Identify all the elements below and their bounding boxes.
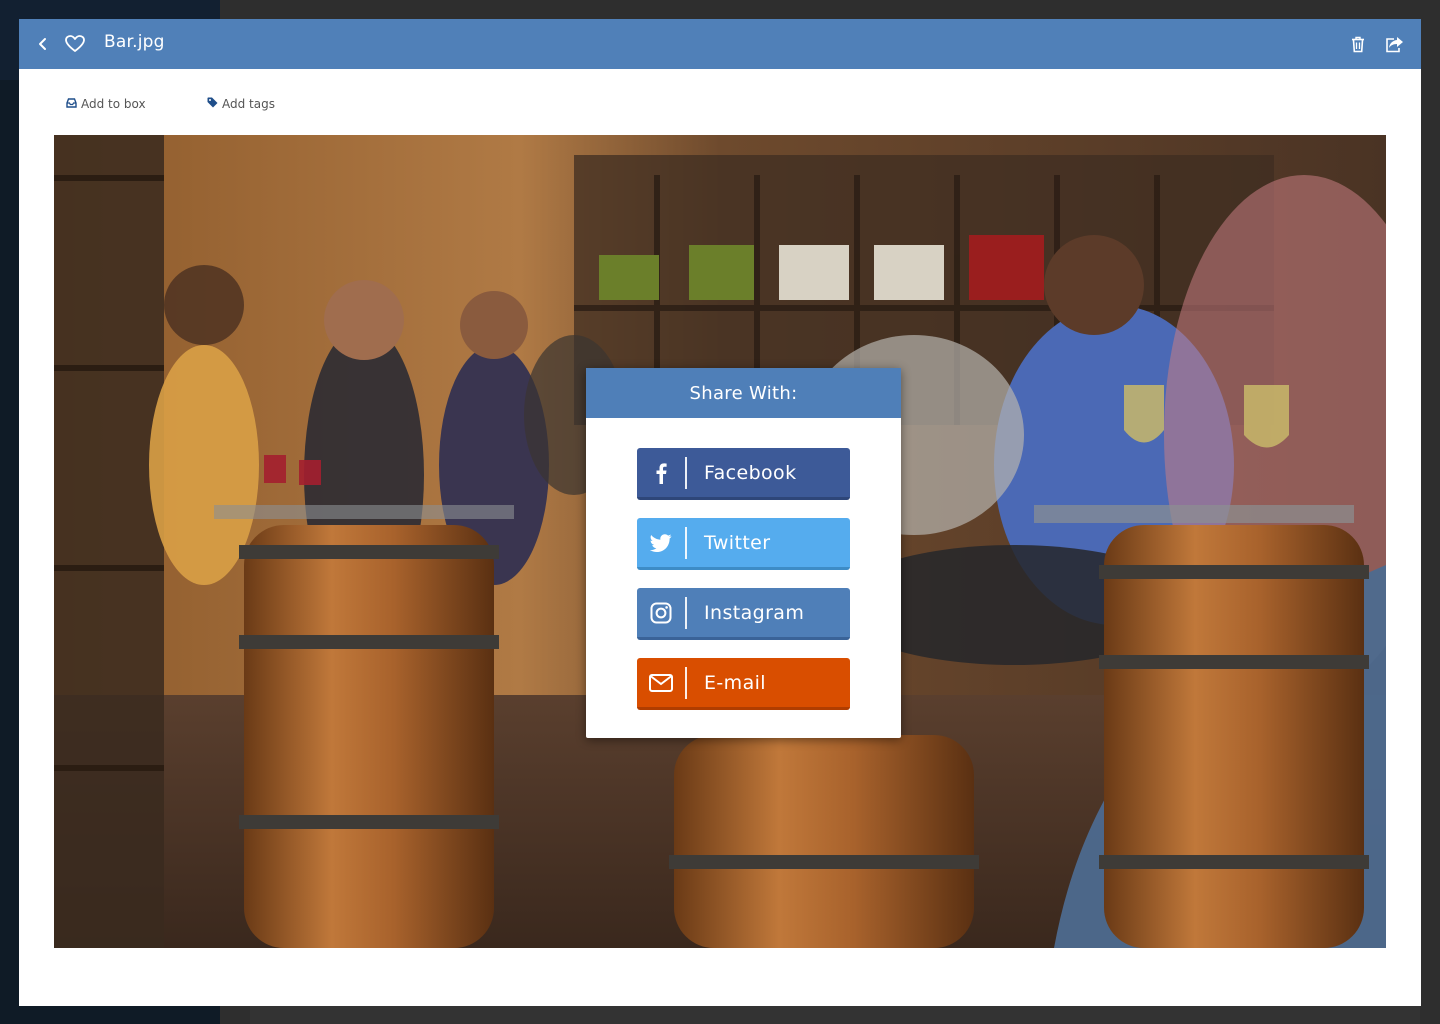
facebook-icon <box>637 448 685 497</box>
share-dialog-heading: Share With: <box>586 368 901 418</box>
add-to-box-label: Add to box <box>81 97 146 111</box>
heart-icon[interactable] <box>65 33 85 55</box>
add-tags-label: Add tags <box>222 97 275 111</box>
add-tags-button[interactable]: Add tags <box>207 97 275 111</box>
inbox-icon <box>66 97 77 111</box>
viewer-toolbar: Bar.jpg <box>19 19 1421 69</box>
chevron-left-icon[interactable] <box>35 32 51 56</box>
add-to-box-button[interactable]: Add to box <box>66 97 146 111</box>
tag-icon <box>207 97 218 111</box>
twitter-icon <box>637 518 685 567</box>
instagram-icon <box>637 588 685 637</box>
share-facebook-button[interactable]: Facebook <box>637 448 850 500</box>
share-twitter-label: Twitter <box>704 531 771 554</box>
share-facebook-label: Facebook <box>704 461 797 484</box>
separator <box>685 596 687 629</box>
trash-icon[interactable] <box>1349 33 1367 55</box>
share-icon[interactable] <box>1383 32 1405 56</box>
share-instagram-button[interactable]: Instagram <box>637 588 850 640</box>
share-dialog: Share With: Facebook Twitter Instagram E… <box>586 368 901 738</box>
envelope-icon <box>637 658 685 707</box>
background-panel <box>250 1006 1420 1024</box>
image-actions-bar: Add to box Add tags <box>19 97 1421 115</box>
share-email-button[interactable]: E-mail <box>637 658 850 710</box>
separator <box>685 526 687 559</box>
share-twitter-button[interactable]: Twitter <box>637 518 850 570</box>
share-email-label: E-mail <box>704 671 766 694</box>
separator <box>685 666 687 699</box>
separator <box>685 456 687 489</box>
share-instagram-label: Instagram <box>704 601 805 624</box>
file-title: Bar.jpg <box>104 32 165 52</box>
